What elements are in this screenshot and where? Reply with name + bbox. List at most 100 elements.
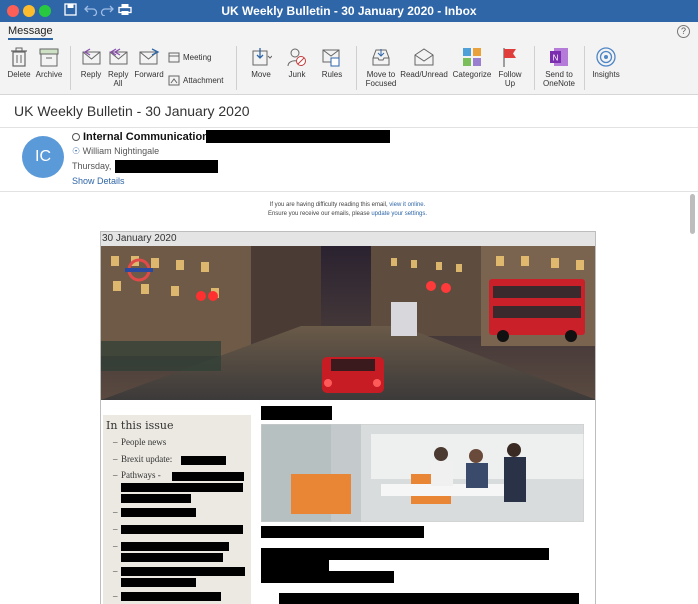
redacted-text (261, 559, 329, 571)
forward-icon (139, 48, 160, 65)
reply-all-label: Reply All (108, 70, 129, 88)
move-icon (252, 48, 272, 66)
junk-button[interactable]: Junk (283, 46, 311, 79)
trash-icon (11, 47, 27, 67)
redacted-heading (261, 406, 332, 420)
issue-item-label: People news (121, 437, 167, 447)
move-label: Move (251, 70, 271, 79)
redacted-date (115, 160, 218, 173)
move-to-focused-button[interactable]: Move to Focused (362, 46, 400, 88)
redacted-text (121, 494, 191, 503)
delete-button[interactable]: Delete (6, 46, 32, 79)
redacted-text (121, 525, 243, 534)
received-date: Thursday, (72, 161, 111, 171)
in-this-issue-panel: In this issue – People news – Brexit updat… (103, 415, 251, 604)
ribbon: Delete Archive Reply Reply All Forward M… (0, 42, 698, 95)
send-to-onenote-button[interactable]: N Send to OneNote (540, 46, 578, 88)
issue-bullet: – (113, 591, 118, 601)
reply-all-button[interactable]: Reply All (105, 46, 131, 88)
rules-button[interactable]: Rules (317, 46, 347, 79)
onenote-icon: N (550, 48, 568, 66)
redacted-sender-email (206, 130, 390, 143)
title-bar: UK Weekly Bulletin - 30 January 2020 - I… (0, 0, 698, 22)
issue-bullet: – (113, 566, 118, 576)
notice-text-2: Ensure you receive our emails, please (267, 211, 370, 217)
redacted-text (172, 472, 244, 481)
delete-label: Delete (7, 70, 31, 79)
update-settings-link[interactable]: update your settings. (371, 211, 427, 217)
reply-button[interactable]: Reply (78, 46, 104, 79)
reply-icon (82, 48, 101, 65)
attachment-button[interactable]: Attachment (168, 74, 223, 86)
svg-text:N: N (553, 54, 559, 63)
sender-avatar[interactable]: IC (22, 136, 64, 178)
redacted-text (121, 508, 196, 517)
newsletter: 30 January 2020 In this issue – People n… (100, 231, 596, 604)
meeting-button[interactable]: Meeting (168, 51, 211, 63)
redacted-text (121, 542, 229, 551)
body-divider (0, 191, 698, 192)
on-behalf-name[interactable]: William Nightingale (83, 146, 160, 156)
view-online-link[interactable]: view it online. (389, 202, 425, 208)
read-unread-label: Read/Unread (400, 70, 448, 79)
issue-item-label: Brexit update: (121, 454, 173, 464)
header-divider (0, 127, 698, 128)
attachment-icon (168, 75, 180, 86)
read-unread-button[interactable]: Read/Unread (400, 46, 448, 79)
insights-button[interactable]: Insights (590, 46, 622, 79)
issue-item-label: Pathways - (121, 470, 161, 480)
view-online-notice: If you are having difficulty reading thi… (220, 202, 475, 208)
meeting-label: Meeting (183, 52, 212, 62)
sender-name[interactable]: Internal Communications (83, 131, 215, 143)
redacted-text (121, 553, 223, 562)
junk-icon (287, 48, 306, 67)
rules-label: Rules (321, 70, 343, 79)
ribbon-tab-row: Message ? (0, 22, 698, 42)
help-icon[interactable]: ? (677, 25, 690, 38)
update-settings-notice: Ensure you receive our emails, please up… (220, 211, 475, 217)
send-to-onenote-label: Send to OneNote (542, 70, 576, 88)
window-title: UK Weekly Bulletin - 30 January 2020 - I… (221, 4, 477, 18)
issue-bullet: – (113, 507, 118, 517)
vertical-scrollbar-thumb[interactable] (690, 194, 695, 234)
insights-icon (596, 47, 616, 67)
presence-status-icon (72, 133, 80, 141)
reply-label: Reply (80, 70, 102, 79)
redacted-text (121, 592, 221, 601)
article-image (261, 424, 584, 522)
archive-button[interactable]: Archive (34, 46, 64, 79)
show-details-link[interactable]: Show Details (72, 176, 125, 186)
issue-item[interactable]: – People news (113, 437, 166, 447)
rules-icon (322, 49, 340, 67)
junk-label: Junk (288, 70, 306, 79)
forward-button[interactable]: Forward (133, 46, 165, 79)
notice-text-1: If you are having difficulty reading thi… (269, 202, 388, 208)
message-subject: UK Weekly Bulletin - 30 January 2020 (14, 103, 250, 119)
hero-image (101, 246, 595, 400)
archive-icon (39, 48, 59, 67)
tab-message[interactable]: Message (8, 25, 53, 40)
ribbon-separator (356, 46, 357, 90)
categorize-label: Categorize (452, 70, 492, 79)
issue-bullet: – (113, 524, 118, 534)
attachment-label: Attachment (183, 75, 224, 85)
issue-item[interactable]: – Brexit update: (113, 454, 172, 464)
follow-up-button[interactable]: Follow Up (496, 46, 524, 88)
forward-label: Forward (134, 70, 164, 79)
flag-icon (503, 48, 516, 67)
in-this-issue-title: In this issue (106, 419, 174, 432)
categorize-button[interactable]: Categorize (451, 46, 493, 79)
insights-label: Insights (592, 70, 620, 79)
on-behalf-of: ☉ William Nightingale (72, 146, 159, 157)
redacted-text (261, 526, 424, 538)
redacted-text (261, 571, 394, 583)
move-button[interactable]: Move (246, 46, 276, 79)
reply-all-icon (109, 48, 128, 65)
follow-up-label: Follow Up (498, 70, 522, 88)
envelope-open-icon (414, 48, 434, 66)
redacted-text (121, 483, 243, 492)
ribbon-separator (236, 46, 237, 90)
redacted-text (181, 456, 226, 465)
calendar-icon (168, 52, 180, 63)
issue-item[interactable]: – Pathways - (113, 470, 161, 480)
